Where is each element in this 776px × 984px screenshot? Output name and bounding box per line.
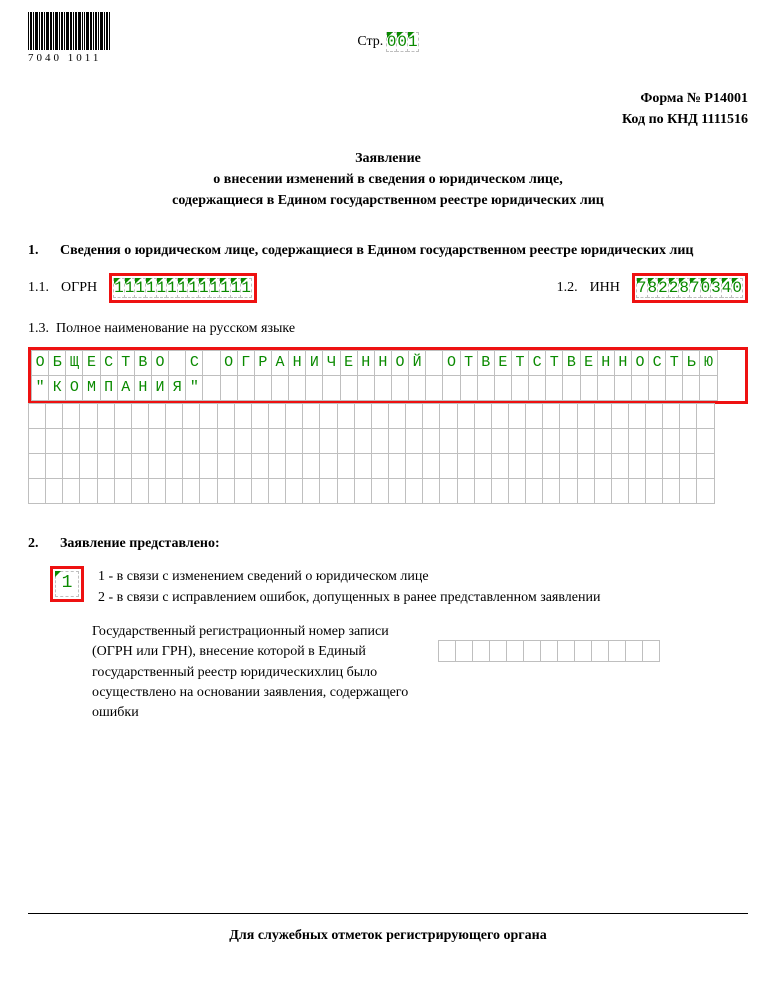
inn-label: ИНН: [590, 280, 620, 296]
section-1-heading: Сведения о юридическом лице, содержащиес…: [60, 243, 694, 259]
form-codes: Форма № Р14001 Код по КНД 1111516: [28, 88, 748, 130]
name-row-6: [28, 478, 748, 504]
document-title: Заявление о внесении изменений в сведени…: [28, 148, 748, 211]
section-2-number: 2.: [28, 536, 50, 552]
knd-code: Код по КНД 1111516: [28, 109, 748, 130]
form-number: Форма № Р14001: [28, 88, 748, 109]
grn-description: Государственный регистрационный номер за…: [92, 622, 422, 723]
inn-value: 7822870340: [637, 278, 743, 298]
reason-options: 1 - в связи с изменением сведений о юрид…: [98, 566, 600, 608]
inn-highlight: 7822870340: [632, 273, 748, 303]
footer-note: Для служебных отметок регистрирующего ор…: [28, 913, 748, 944]
barcode: 7040 1011: [28, 12, 110, 64]
ogrn-label: ОГРН: [61, 280, 97, 296]
name-num: 1.3.: [28, 321, 49, 336]
barcode-number: 7040 1011: [28, 52, 110, 64]
inn-num: 1.2.: [557, 280, 578, 296]
page-number-cells: 001: [387, 32, 419, 52]
name-label: Полное наименование на русском языке: [56, 321, 295, 336]
grn-value: [438, 640, 660, 662]
section-2: 2. Заявление представлено: 1 1 - в связи…: [28, 536, 748, 723]
ogrn-value: 1111111111111: [114, 278, 252, 298]
name-row-3: [28, 403, 748, 429]
name-row-5: [28, 453, 748, 479]
ogrn-highlight: 1111111111111: [109, 273, 257, 303]
page-label: Стр.: [357, 34, 383, 49]
company-name-grid: ОБЩЕСТВО С ОГРАНИЧЕННОЙ ОТВЕТСТВЕННОСТЬЮ…: [28, 347, 748, 504]
name-row-2: "КОМПАНИЯ": [31, 375, 745, 401]
name-row-1: ОБЩЕСТВО С ОГРАНИЧЕННОЙ ОТВЕТСТВЕННОСТЬЮ: [31, 350, 745, 376]
section-1-number: 1.: [28, 243, 50, 259]
reason-highlight: 1: [50, 566, 84, 602]
page-number-row: Стр. 001: [28, 32, 748, 52]
ogrn-num: 1.1.: [28, 280, 49, 296]
name-row-4: [28, 428, 748, 454]
section-2-heading: Заявление представлено:: [60, 536, 220, 552]
section-1: 1. Сведения о юридическом лице, содержащ…: [28, 243, 748, 504]
